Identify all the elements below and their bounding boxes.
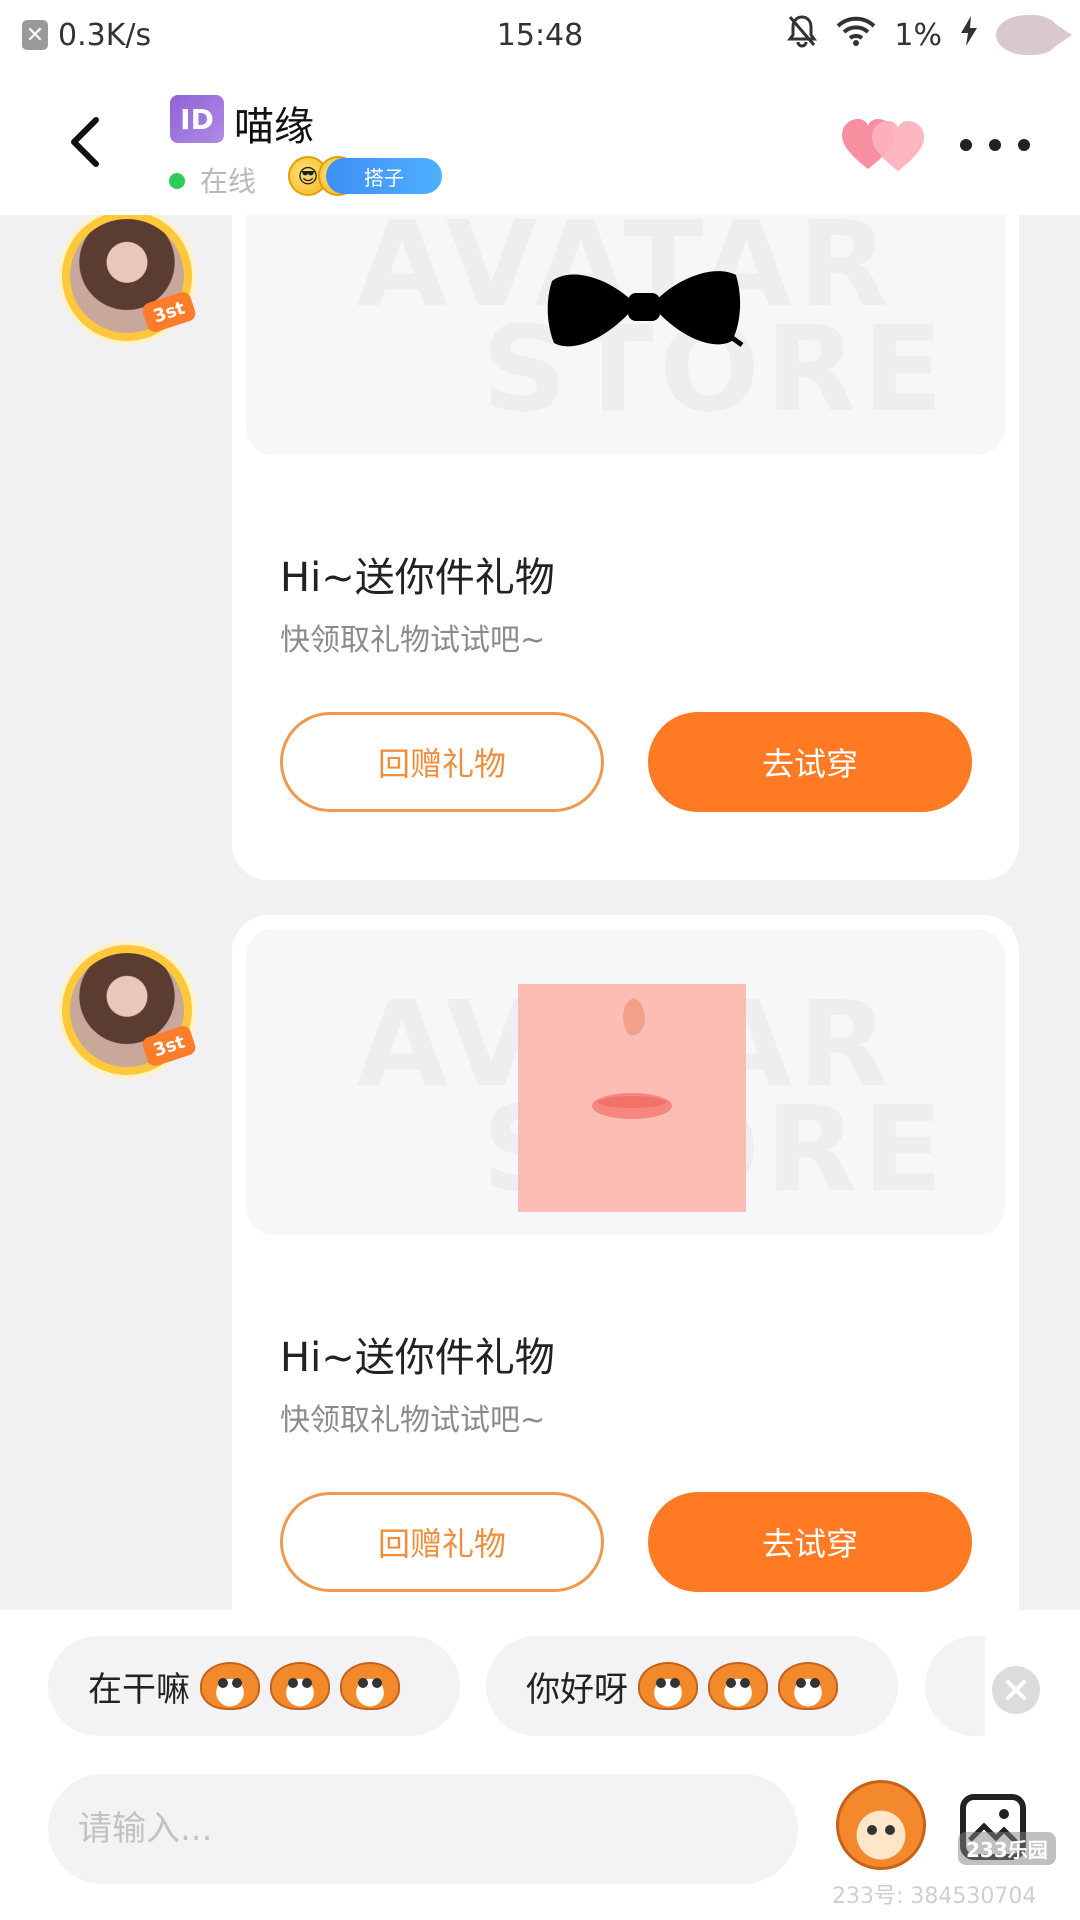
dot-icon <box>960 139 972 151</box>
quick-reply-text: 在干嘛 <box>88 1669 190 1710</box>
avatar-badge: 3st <box>140 1024 198 1068</box>
notification-x-icon: ✕ <box>22 20 48 50</box>
quick-reply-text: 你好呀 <box>526 1669 628 1710</box>
try-on-button[interactable]: 去试穿 <box>648 1492 972 1592</box>
bow-tie-icon <box>547 271 744 348</box>
message-input[interactable] <box>48 1774 798 1884</box>
close-quick-replies-button[interactable] <box>992 1666 1040 1714</box>
gift-title: Hi~送你件礼物 <box>280 555 555 601</box>
battery-level: 1% <box>894 17 942 53</box>
sender-avatar[interactable]: 3st <box>62 945 198 1075</box>
gift-card: AVATAR STORE Hi~送你件礼物 快领取礼物试试吧~ 回赠礼物 去试穿 <box>232 915 1019 1610</box>
message-input-bar: 233乐园 233号: 384530704 <box>0 1760 1080 1920</box>
status-bar: ✕ 0.3K/s 15:48 1% <box>0 0 1080 70</box>
quick-reply-bar: 在干嘛 你好呀 <box>0 1610 1080 1760</box>
online-status: 在线 <box>200 165 257 198</box>
return-gift-button[interactable]: 回赠礼物 <box>280 1492 604 1592</box>
friendship-hearts-button[interactable] <box>838 115 938 175</box>
monkey-emoji-icon <box>340 1662 400 1710</box>
hearts-icon <box>842 119 924 171</box>
gift-title: Hi~送你件礼物 <box>280 1335 555 1381</box>
chat-messages[interactable]: 3st AVATAR STORE Hi~送你件礼物 快领取礼物试试吧~ 回赠礼物… <box>0 215 1080 1610</box>
quick-reply-chip-partial[interactable] <box>925 1636 985 1736</box>
quick-reply-chip[interactable]: 在干嘛 <box>48 1636 460 1736</box>
fish-icon <box>996 15 1072 55</box>
relationship-tag: 搭子 <box>326 158 442 194</box>
chat-header: ID 喵缘 在线 😎 🤩 搭子 <box>0 70 1080 215</box>
wifi-icon <box>836 15 876 55</box>
monkey-emoji-icon <box>778 1662 838 1710</box>
gift-card: AVATAR STORE Hi~送你件礼物 快领取礼物试试吧~ 回赠礼物 去试穿 <box>232 215 1019 880</box>
monkey-emoji-icon <box>270 1662 330 1710</box>
emoji-sticker-button[interactable] <box>836 1780 926 1870</box>
mute-bell-icon <box>786 14 818 56</box>
quick-reply-chip[interactable]: 你好呀 <box>486 1636 898 1736</box>
id-badge: ID <box>170 95 224 143</box>
network-speed: 0.3K/s <box>58 17 152 53</box>
monkey-emoji-icon <box>708 1662 768 1710</box>
gift-image[interactable]: AVATAR STORE <box>246 929 1005 1235</box>
online-dot <box>169 173 185 189</box>
charging-bolt-icon <box>960 16 978 54</box>
status-right: 1% <box>786 14 1072 56</box>
monkey-emoji-icon <box>200 1662 260 1710</box>
monkey-emoji-icon <box>638 1662 698 1710</box>
return-gift-button[interactable]: 回赠礼物 <box>280 712 604 812</box>
gift-image[interactable]: AVATAR STORE <box>246 215 1005 455</box>
close-icon <box>1006 1680 1026 1700</box>
gift-subtitle: 快领取礼物试试吧~ <box>280 1403 546 1438</box>
watermark-brand: 233乐园 <box>958 1832 1056 1865</box>
gift-subtitle: 快领取礼物试试吧~ <box>280 623 546 658</box>
watermark-id: 233号: 384530704 <box>832 1884 1037 1909</box>
dot-icon <box>1018 139 1030 151</box>
dot-icon <box>989 139 1001 151</box>
more-options-button[interactable] <box>960 125 1030 165</box>
avatar-badge: 3st <box>140 290 198 334</box>
contact-name[interactable]: 喵缘 <box>234 94 314 152</box>
try-on-button[interactable]: 去试穿 <box>648 712 972 812</box>
status-left: ✕ 0.3K/s <box>22 18 151 53</box>
back-button[interactable] <box>55 112 115 172</box>
chevron-left-icon <box>71 117 99 167</box>
face-makeup-icon <box>518 984 746 1212</box>
sender-avatar[interactable]: 3st <box>62 215 198 341</box>
